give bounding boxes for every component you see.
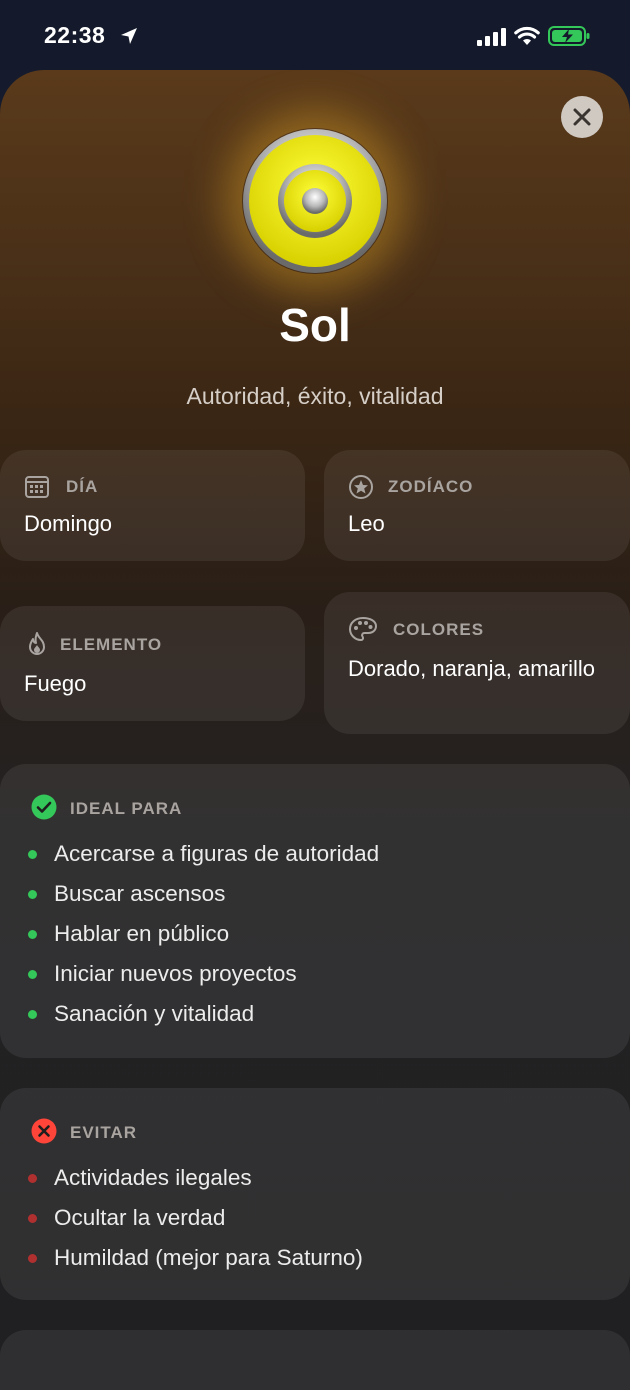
close-button[interactable] — [561, 96, 603, 138]
status-bar: 22:38 — [0, 0, 630, 70]
bullet — [28, 849, 37, 859]
evitar-list: Actividades ilegales Ocultar la verdad H… — [28, 1158, 363, 1278]
flame-icon — [29, 632, 45, 655]
cellular-signal-icon — [477, 28, 506, 46]
dia-value: Domingo — [24, 511, 113, 536]
elemento-card: ELEMENTO Fuego — [0, 606, 305, 721]
x-circle-icon — [31, 1118, 57, 1144]
elemento-value: Fuego — [24, 671, 87, 696]
star-circle-icon — [349, 475, 373, 499]
list-item: Actividades ilegales — [28, 1158, 363, 1198]
ideal-para-card: IDEAL PARA Acercarse a figuras de autori… — [0, 764, 630, 1058]
list-item: Ocultar la verdad — [28, 1198, 363, 1238]
evitar-card: EVITAR Actividades ilegales Ocultar la v… — [0, 1088, 630, 1300]
close-icon — [573, 108, 591, 126]
planet-symbol — [242, 128, 388, 274]
bullet — [28, 969, 37, 979]
bullet — [28, 1009, 37, 1019]
dia-label: DÍA — [66, 477, 99, 496]
bullet — [28, 1253, 37, 1263]
bullet — [28, 1173, 37, 1183]
calendar-icon — [25, 476, 49, 498]
status-time: 22:38 — [44, 22, 106, 48]
zodiaco-value: Leo — [348, 511, 385, 536]
list-item: Sanación y vitalidad — [28, 994, 379, 1034]
checkmark-circle-icon — [31, 794, 57, 820]
colores-card: COLORES Dorado, naranja, amarillo — [324, 592, 630, 734]
battery-charging-icon — [548, 26, 590, 46]
ideal-para-label: IDEAL PARA — [70, 799, 183, 818]
palette-icon — [348, 616, 378, 642]
location-arrow-icon — [121, 28, 137, 44]
list-item: Buscar ascensos — [28, 874, 379, 914]
planet-subtitle: Autoridad, éxito, vitalidad — [186, 383, 444, 409]
next-card — [0, 1330, 630, 1390]
list-item: Acercarse a figuras de autoridad — [28, 834, 379, 874]
evitar-label: EVITAR — [70, 1123, 138, 1142]
bullet — [28, 889, 37, 899]
zodiaco-label: ZODÍACO — [388, 477, 474, 496]
dia-card: DÍA Domingo — [0, 450, 305, 561]
planet-title: Sol — [279, 299, 351, 351]
colores-value: Dorado, naranja, amarillo — [348, 656, 596, 681]
ideal-para-list: Acercarse a figuras de autoridad Buscar … — [28, 834, 379, 1034]
list-item: Hablar en público — [28, 914, 379, 954]
elemento-label: ELEMENTO — [60, 635, 163, 654]
bullet — [28, 1213, 37, 1223]
sun-symbol-icon — [243, 129, 387, 273]
list-item: Iniciar nuevos proyectos — [28, 954, 379, 994]
planet-detail-sheet: Sol Autoridad, éxito, vitalidad DÍA Domi… — [0, 70, 630, 1390]
colores-label: COLORES — [393, 620, 485, 639]
bullet — [28, 929, 37, 939]
list-item: Humildad (mejor para Saturno) — [28, 1238, 363, 1278]
zodiaco-card: ZODÍACO Leo — [324, 450, 630, 561]
wifi-icon — [514, 26, 540, 45]
